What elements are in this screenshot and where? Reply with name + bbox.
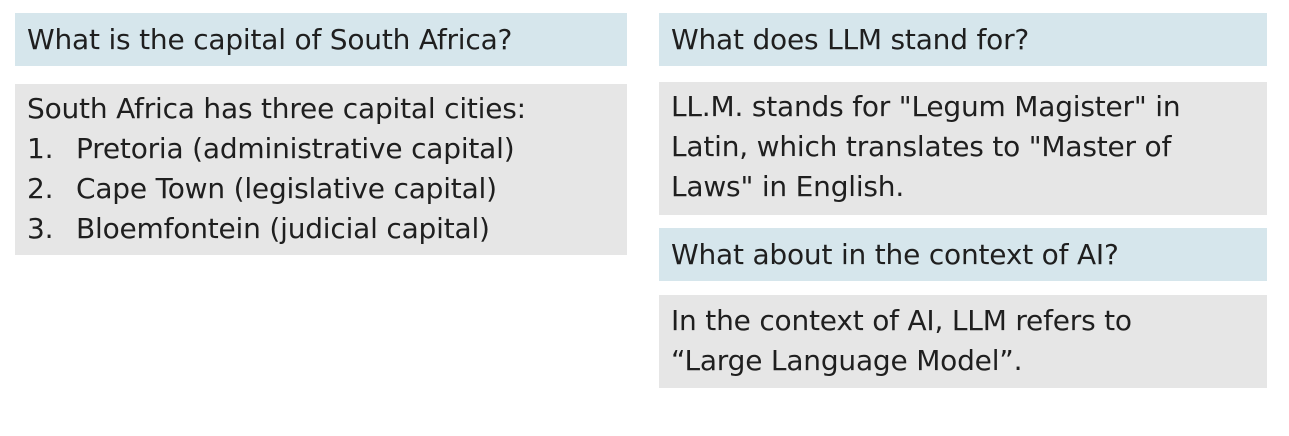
answer-line: Latin, which translates to "Master of xyxy=(671,130,1172,163)
list-item: 3. Bloemfontein (judicial capital) xyxy=(27,209,615,249)
answer-line: LL.M. stands for "Legum Magister" in xyxy=(671,90,1181,123)
answer-capital-south-africa: South Africa has three capital cities: 1… xyxy=(15,84,627,255)
answer-line: Laws" in English. xyxy=(671,170,905,203)
question-llm-meaning: What does LLM stand for? xyxy=(659,13,1267,66)
question-llm-ai-context: What about in the context of AI? xyxy=(659,228,1267,281)
answer-intro: South Africa has three capital cities: xyxy=(27,92,526,125)
list-item-number: 2. xyxy=(27,172,54,205)
capital-list: 1. Pretoria (administrative capital) 2. … xyxy=(27,129,615,249)
list-item-text: Pretoria (administrative capital) xyxy=(76,132,515,165)
question-text: What is the capital of South Africa? xyxy=(27,22,513,56)
answer-line: “Large Language Model”. xyxy=(671,344,1023,377)
answer-llm-ai-context: In the context of AI, LLM refers to “Lar… xyxy=(659,295,1267,388)
answer-llm-meaning: LL.M. stands for "Legum Magister" in Lat… xyxy=(659,82,1267,215)
list-item-number: 3. xyxy=(27,212,54,245)
list-item-text: Bloemfontein (judicial capital) xyxy=(76,212,490,245)
question-text: What about in the context of AI? xyxy=(671,237,1119,271)
question-capital-south-africa: What is the capital of South Africa? xyxy=(15,13,627,66)
list-item: 2. Cape Town (legislative capital) xyxy=(27,169,615,209)
list-item-number: 1. xyxy=(27,132,54,165)
question-text: What does LLM stand for? xyxy=(671,22,1030,56)
list-item: 1. Pretoria (administrative capital) xyxy=(27,129,615,169)
answer-line: In the context of AI, LLM refers to xyxy=(671,304,1132,337)
list-item-text: Cape Town (legislative capital) xyxy=(76,172,497,205)
